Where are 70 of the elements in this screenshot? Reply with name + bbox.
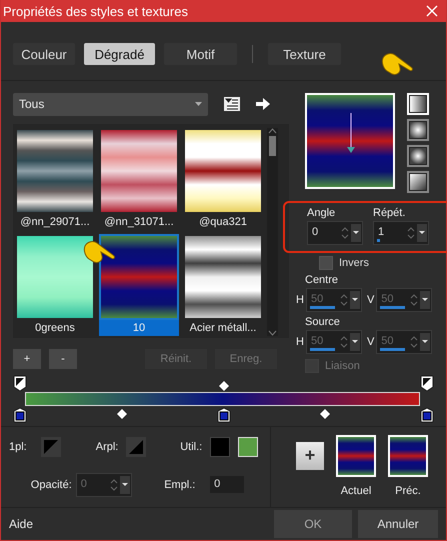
preset-label[interactable]: @nn_29071... xyxy=(15,214,95,230)
gradient-thumbnail[interactable] xyxy=(183,128,263,214)
section-label: Centre xyxy=(305,274,340,286)
gradient-thumbnail[interactable] xyxy=(99,128,179,214)
field-label: Arpl: xyxy=(96,440,120,453)
checkbox-label: Invers xyxy=(339,256,369,269)
field-label: H xyxy=(296,336,304,348)
window-title: Propriétés des styles et textures xyxy=(3,4,188,18)
field-label: Angle xyxy=(307,206,336,219)
midpoint-marker[interactable] xyxy=(218,380,228,391)
swatch-label: Préc. xyxy=(395,484,421,497)
list-view-icon[interactable] xyxy=(224,97,240,112)
color-swatch[interactable] xyxy=(210,436,230,457)
field-label: V xyxy=(366,336,374,348)
field-label: 1pl: xyxy=(9,440,28,453)
tab[interactable]: Dégradé xyxy=(84,43,155,66)
gradient-type-button[interactable] xyxy=(407,118,429,141)
field-label: V xyxy=(366,294,374,306)
color-stop-marker[interactable] xyxy=(13,406,27,423)
preset-label[interactable]: @nn_31071... xyxy=(99,214,179,230)
midpoint-marker[interactable] xyxy=(320,408,330,419)
remove-button[interactable]: - xyxy=(49,348,77,369)
opacity-stop-marker[interactable] xyxy=(13,374,27,391)
scroll-thumb[interactable] xyxy=(269,136,276,156)
swatch-label: Actuel xyxy=(340,484,372,497)
cancel-button[interactable]: Annuler xyxy=(358,510,438,538)
field-label: Opacité: xyxy=(30,478,72,491)
pointing-hand-icon xyxy=(381,52,415,78)
previous-swatch xyxy=(388,434,428,477)
gradient-bar[interactable] xyxy=(25,392,420,406)
scrollbar[interactable] xyxy=(267,128,278,336)
help-link[interactable]: Aide xyxy=(9,516,268,531)
tab[interactable]: Texture xyxy=(268,43,341,66)
close-icon[interactable] xyxy=(426,5,438,17)
preset-label[interactable]: 0greens xyxy=(15,320,95,336)
category-dropdown[interactable]: Tous xyxy=(13,92,208,116)
current-swatch xyxy=(336,434,376,477)
caret-icon xyxy=(195,102,202,106)
opacity-stop-marker[interactable] xyxy=(420,374,434,391)
checkbox-label: Liaison xyxy=(325,360,360,372)
location-field[interactable]: 0 xyxy=(210,476,244,494)
gradient-type-button[interactable] xyxy=(407,144,429,167)
color-stop-marker[interactable] xyxy=(216,406,230,423)
field-label: Répét. xyxy=(373,206,406,219)
tab[interactable]: Motif xyxy=(164,43,237,66)
ok-button[interactable]: OK xyxy=(274,510,352,538)
number-field[interactable]: 1 xyxy=(373,220,429,245)
gradient-thumbnail[interactable] xyxy=(15,128,95,214)
tab[interactable]: Couleur xyxy=(13,43,75,66)
number-field[interactable]: 0 xyxy=(307,220,363,245)
arrow-right-icon[interactable] xyxy=(256,98,270,110)
field-label: Util.: xyxy=(180,440,204,453)
gradient-thumbnail[interactable] xyxy=(15,234,95,320)
add-button[interactable]: + xyxy=(13,348,41,369)
field-label: Empl.: xyxy=(164,478,196,491)
midpoint-marker[interactable] xyxy=(116,408,127,419)
preset-label[interactable]: 10 xyxy=(99,320,179,336)
add-swatch-button[interactable]: + xyxy=(296,442,324,470)
gradient-thumbnail[interactable] xyxy=(183,234,263,320)
preset-label[interactable]: Acier métall... xyxy=(183,320,263,336)
gradient-type-button[interactable] xyxy=(407,170,429,193)
gradient-thumbnail[interactable] xyxy=(99,234,179,320)
color-stop-marker[interactable] xyxy=(420,406,434,423)
field-label: H xyxy=(296,294,304,306)
scroll-down-icon[interactable] xyxy=(268,330,277,336)
scroll-up-icon[interactable] xyxy=(268,128,277,134)
pointing-hand-icon xyxy=(83,240,117,266)
checkbox[interactable] xyxy=(319,256,333,270)
preset-label[interactable]: @qua321 xyxy=(183,214,263,230)
section-label: Source xyxy=(305,316,341,328)
